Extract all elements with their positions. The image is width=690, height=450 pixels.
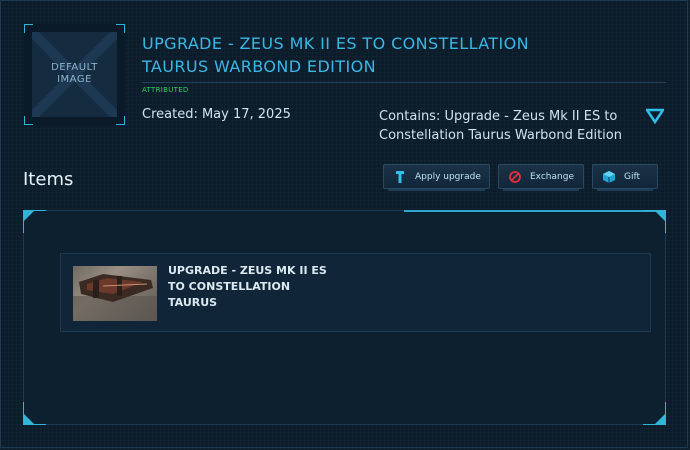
panel-corner-marker bbox=[23, 210, 35, 222]
exchange-button[interactable]: Exchange bbox=[498, 164, 584, 191]
pledge-title: UPGRADE - ZEUS MK II ES TO CONSTELLATION… bbox=[142, 34, 530, 76]
panel-accent-bar bbox=[404, 210, 665, 212]
frame-corner bbox=[116, 116, 125, 125]
items-heading: Items bbox=[23, 169, 74, 190]
contains-text: Contains: Upgrade - Zeus Mk II ES to Con… bbox=[379, 109, 622, 143]
placeholder-caption-line2: IMAGE bbox=[57, 74, 92, 85]
exchange-icon bbox=[508, 170, 522, 184]
frame-corner bbox=[24, 116, 33, 125]
attributed-badge: ATTRIBUTED bbox=[142, 86, 189, 94]
expand-toggle[interactable] bbox=[644, 108, 666, 125]
created-date: Created: May 17, 2025 bbox=[142, 107, 291, 122]
exchange-label: Exchange bbox=[530, 171, 574, 182]
panel-corner-marker bbox=[654, 210, 666, 222]
panel-corner-marker bbox=[654, 413, 666, 425]
item-name: UPGRADE - ZEUS MK II ES TO CONSTELLATION… bbox=[168, 264, 327, 309]
apply-upgrade-button[interactable]: Apply upgrade bbox=[383, 164, 490, 191]
default-image-placeholder: DEFAULT IMAGE bbox=[32, 32, 117, 117]
gift-button[interactable]: Gift bbox=[592, 164, 658, 191]
gift-label: Gift bbox=[624, 171, 641, 182]
upgrade-tool-icon bbox=[393, 170, 407, 184]
chevron-down-icon bbox=[644, 108, 666, 125]
list-item[interactable]: UPGRADE - ZEUS MK II ES TO CONSTELLATION… bbox=[60, 253, 651, 332]
placeholder-caption: DEFAULT IMAGE bbox=[32, 62, 117, 86]
panel-corner-marker bbox=[23, 413, 35, 425]
items-panel: UPGRADE - ZEUS MK II ES TO CONSTELLATION… bbox=[23, 210, 666, 425]
item-image bbox=[73, 266, 157, 321]
title-divider bbox=[142, 82, 666, 83]
gift-icon bbox=[602, 170, 616, 184]
ship-image bbox=[73, 274, 157, 321]
apply-upgrade-label: Apply upgrade bbox=[415, 171, 481, 182]
placeholder-caption-line1: DEFAULT bbox=[51, 62, 98, 73]
pledge-thumbnail: DEFAULT IMAGE bbox=[24, 24, 125, 125]
frame-corner bbox=[116, 24, 125, 33]
